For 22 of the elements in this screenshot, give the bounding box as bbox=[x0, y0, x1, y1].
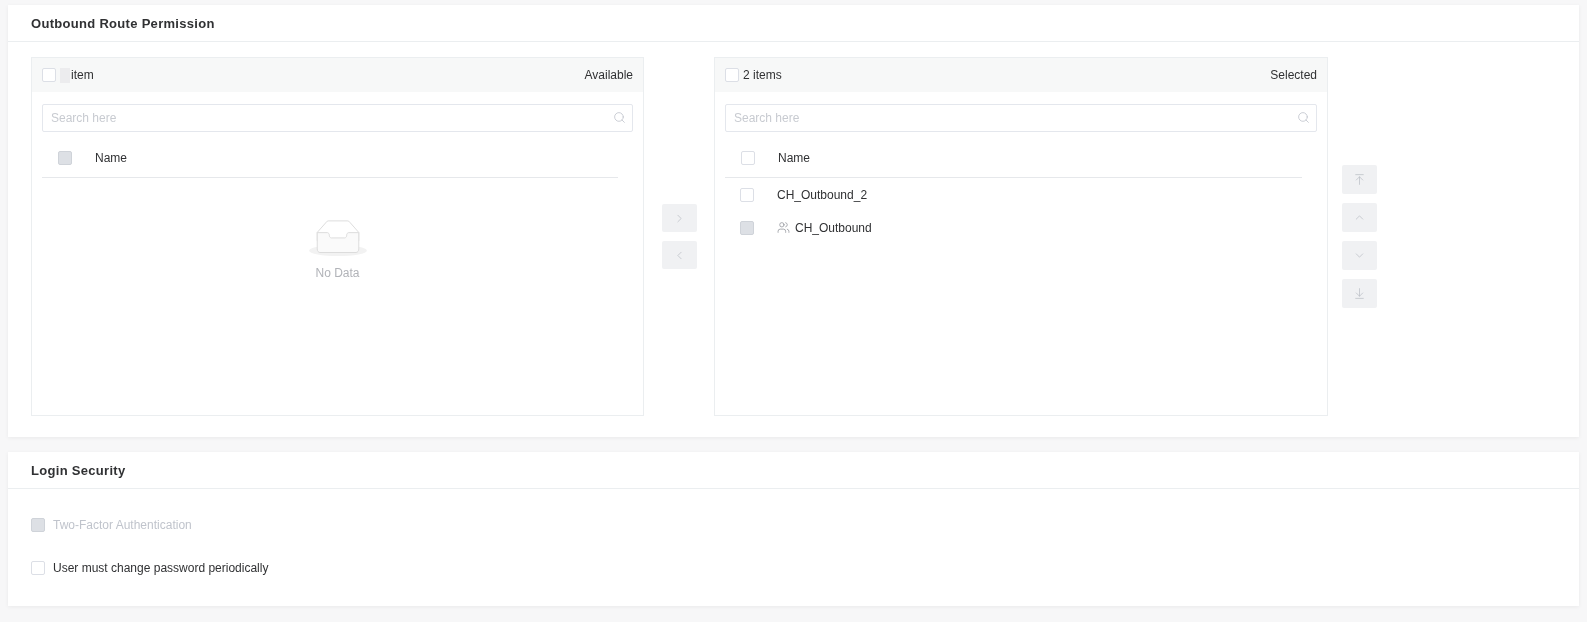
column-header: Name bbox=[778, 151, 810, 165]
checkbox[interactable] bbox=[741, 151, 755, 165]
list-title: Selected bbox=[1270, 68, 1317, 82]
search-icon bbox=[613, 111, 626, 124]
search-icon bbox=[1297, 111, 1310, 124]
list-title: Available bbox=[584, 68, 633, 82]
checkbox[interactable] bbox=[31, 561, 45, 575]
column-header: Name bbox=[95, 151, 127, 165]
checkbox[interactable] bbox=[42, 68, 56, 82]
item-count: 2 items bbox=[743, 68, 782, 82]
arrow-up-to-line-icon bbox=[1353, 173, 1366, 186]
arrow-down-to-line-icon bbox=[1353, 287, 1366, 300]
item-count: item bbox=[71, 68, 94, 82]
card-title: Outbound Route Permission bbox=[31, 15, 215, 31]
users-icon bbox=[777, 221, 790, 234]
checkbox-label[interactable]: User must change password periodically bbox=[53, 561, 269, 575]
checkbox[interactable] bbox=[725, 68, 739, 82]
checkbox[interactable] bbox=[740, 187, 754, 202]
list-item-name[interactable]: CH_Outbound_2 bbox=[777, 187, 868, 202]
empty-inbox-icon bbox=[308, 220, 367, 257]
empty-text: No Data bbox=[315, 266, 360, 280]
card-title: Login Security bbox=[31, 462, 126, 478]
